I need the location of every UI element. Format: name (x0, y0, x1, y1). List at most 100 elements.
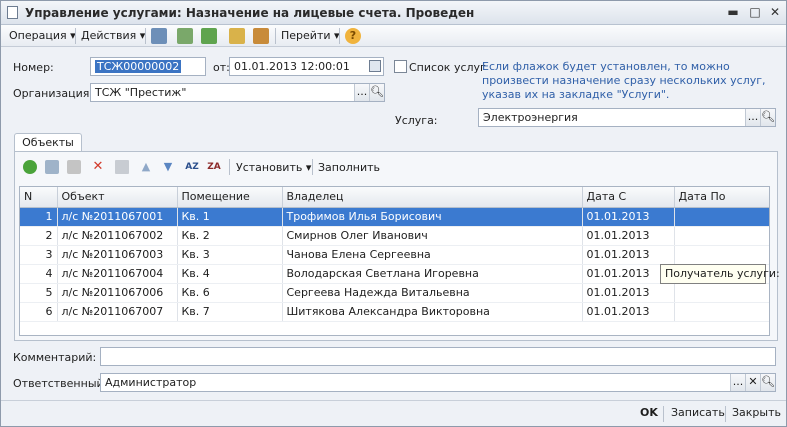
chevron-down-icon: ▾ (305, 161, 312, 174)
row-owner[interactable]: Чанова Елена Сергеевна (282, 245, 583, 265)
row-owner[interactable]: Смирнов Олег Иванович (282, 226, 583, 246)
minimize-button[interactable]: ▬ (725, 5, 741, 20)
table-header: N Объект Помещение Владелец Дата С Дата … (20, 187, 769, 208)
row-date-to[interactable] (674, 226, 769, 246)
service-label: Услуга: (395, 114, 438, 127)
number-field[interactable]: ТСЖ00000002 (90, 57, 206, 76)
row-date-from[interactable]: 01.01.2013 (582, 207, 675, 227)
service-list-hint: Если флажок будет установлен, то можно п… (482, 60, 766, 101)
title-bar: Управление услугами: Назначение на лицев… (1, 1, 786, 25)
close-form-button[interactable]: Закрыть (732, 406, 781, 419)
delete-row-icon[interactable]: ✕ (91, 160, 105, 174)
goto-menu[interactable]: Перейти ▾ (281, 29, 340, 42)
date-field[interactable]: 01.01.2013 12:00:01 (229, 57, 384, 76)
row-date-to[interactable] (674, 283, 769, 303)
organization-select-button[interactable]: ... (354, 84, 369, 101)
date-value: 01.01.2013 12:00:01 (234, 60, 350, 73)
row-room[interactable]: Кв. 6 (177, 283, 283, 303)
responsible-select-button[interactable]: ... (730, 374, 745, 391)
service-select-button[interactable]: ... (745, 109, 760, 126)
actions-menu[interactable]: Действия ▾ (81, 29, 145, 42)
row-owner[interactable]: Трофимов Илья Борисович (282, 207, 583, 227)
row-room[interactable]: Кв. 1 (177, 207, 283, 227)
column-header-date-from[interactable]: Дата С (582, 187, 675, 208)
responsible-field[interactable]: Администратор ... ✕ 🔍︎ (100, 373, 776, 392)
row-room[interactable]: Кв. 2 (177, 226, 283, 246)
service-field[interactable]: Электроэнергия ... 🔍︎ (478, 108, 776, 127)
document-icon (7, 6, 18, 19)
row-owner[interactable]: Сергеева Надежда Витальевна (282, 283, 583, 303)
add-row-icon[interactable] (23, 160, 37, 174)
row-date-from[interactable]: 01.01.2013 (582, 283, 675, 303)
row-date-from[interactable]: 01.01.2013 (582, 302, 675, 322)
objects-table[interactable]: N Объект Помещение Владелец Дата С Дата … (19, 186, 770, 336)
operation-menu[interactable]: Операция ▾ (9, 29, 76, 42)
toolbar-divider (145, 28, 146, 44)
move-up-icon[interactable]: ▲ (139, 160, 153, 174)
search-icon[interactable]: 🔍︎ (760, 109, 775, 126)
row-room[interactable]: Кв. 7 (177, 302, 283, 322)
row-number: 4 (20, 264, 58, 284)
service-list-checkbox[interactable] (394, 60, 407, 73)
tab-objects[interactable]: Объекты (14, 133, 82, 152)
copy-row-icon[interactable] (45, 160, 59, 174)
actions-menu-label: Действия (81, 29, 137, 42)
row-object[interactable]: л/с №2011067001 (57, 207, 178, 227)
movements-icon[interactable] (253, 28, 269, 44)
row-room[interactable]: Кв. 4 (177, 264, 283, 284)
search-icon[interactable]: 🔍︎ (369, 84, 384, 101)
end-edit-icon[interactable] (115, 160, 129, 174)
row-object[interactable]: л/с №2011067007 (57, 302, 178, 322)
edit-row-icon[interactable] (67, 160, 81, 174)
close-button[interactable]: ✕ (767, 5, 783, 20)
set-menu[interactable]: Установить ▾ (236, 161, 311, 174)
row-room[interactable]: Кв. 3 (177, 245, 283, 265)
maximize-button[interactable]: □ (747, 5, 763, 20)
table-row[interactable]: 2 л/с №2011067002 Кв. 2 Смирнов Олег Ива… (20, 226, 769, 246)
table-row[interactable]: 4 л/с №2011067004 Кв. 4 Володарская Свет… (20, 264, 769, 284)
column-header-n[interactable]: N (20, 187, 58, 208)
column-header-object[interactable]: Объект (57, 187, 178, 208)
structure-icon[interactable] (229, 28, 245, 44)
row-number: 2 (20, 226, 58, 246)
row-number: 1 (20, 207, 58, 227)
post-document-icon[interactable] (201, 28, 217, 44)
document-list-icon[interactable] (151, 28, 167, 44)
row-object[interactable]: л/с №2011067002 (57, 226, 178, 246)
table-row[interactable]: 6 л/с №2011067007 Кв. 7 Шитякова Алексан… (20, 302, 769, 322)
row-owner[interactable]: Шитякова Александра Викторовна (282, 302, 583, 322)
help-icon[interactable]: ? (345, 28, 361, 44)
footer-divider (725, 406, 726, 422)
clear-icon[interactable]: ✕ (745, 374, 760, 391)
row-owner[interactable]: Володарская Светлана Игоревна (282, 264, 583, 284)
fill-button[interactable]: Заполнить (318, 161, 380, 174)
column-header-owner[interactable]: Владелец (282, 187, 583, 208)
row-object[interactable]: л/с №2011067006 (57, 283, 178, 303)
toolbar-divider (229, 159, 230, 175)
column-header-room[interactable]: Помещение (177, 187, 283, 208)
table-row[interactable]: 3 л/с №2011067003 Кв. 3 Чанова Елена Сер… (20, 245, 769, 265)
move-down-icon[interactable]: ▼ (161, 160, 175, 174)
column-header-date-to[interactable]: Дата По (674, 187, 769, 208)
row-object[interactable]: л/с №2011067003 (57, 245, 178, 265)
sort-ascending-icon[interactable]: AZ (185, 160, 199, 174)
organization-field[interactable]: ТСЖ "Престиж" ... 🔍︎ (90, 83, 385, 102)
organization-value: ТСЖ "Престиж" (95, 86, 187, 99)
table-row[interactable]: 5 л/с №2011067006 Кв. 6 Сергеева Надежда… (20, 283, 769, 303)
table-row[interactable]: 1 л/с №2011067001 Кв. 1 Трофимов Илья Бо… (20, 207, 769, 227)
ok-button[interactable]: OK (640, 406, 658, 419)
comment-field[interactable] (100, 347, 776, 366)
row-object[interactable]: л/с №2011067004 (57, 264, 178, 284)
row-number: 5 (20, 283, 58, 303)
row-date-to[interactable] (674, 207, 769, 227)
refresh-icon[interactable] (177, 28, 193, 44)
save-button[interactable]: Записать (671, 406, 725, 419)
row-date-from[interactable]: 01.01.2013 (582, 226, 675, 246)
footer-bar: OK Записать Закрыть (1, 400, 786, 426)
row-date-to[interactable] (674, 302, 769, 322)
search-icon[interactable]: 🔍︎ (760, 374, 775, 391)
sort-descending-icon[interactable]: ZA (207, 160, 221, 174)
calendar-icon[interactable] (369, 60, 381, 72)
row-date-to[interactable] (674, 245, 769, 265)
row-date-from[interactable]: 01.01.2013 (582, 245, 675, 265)
